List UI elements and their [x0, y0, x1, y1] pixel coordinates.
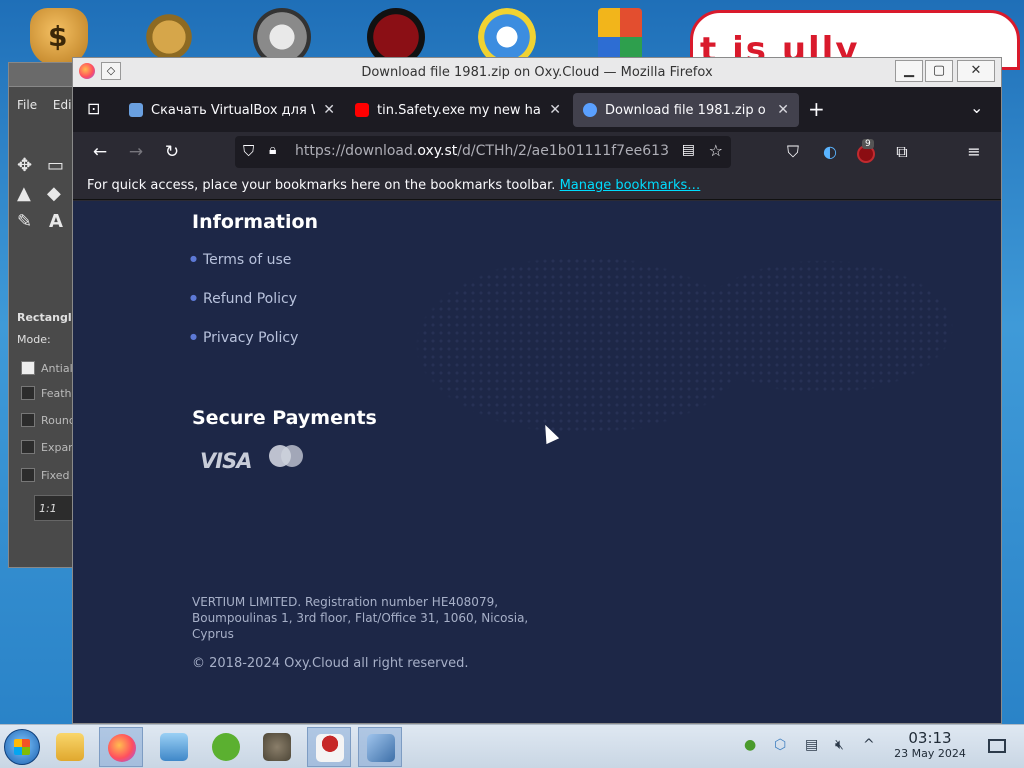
- pin-icon[interactable]: ◇: [101, 62, 121, 80]
- url-text[interactable]: https://download.oxy.st/d/CTHh/2/ae1b011…: [295, 143, 675, 159]
- refund-link[interactable]: ● Refund Policy: [190, 291, 297, 307]
- legal-info: VERTIUM LIMITED. Registration number HE4…: [192, 595, 529, 641]
- maximize-button[interactable]: ▢: [925, 60, 953, 82]
- bookmarks-hint: For quick access, place your bookmarks h…: [87, 178, 556, 193]
- feather-checkbox[interactable]: [21, 386, 35, 400]
- tab-oxy-cloud[interactable]: Download file 1981.zip o ✕: [573, 93, 799, 127]
- rect-select-tool-icon[interactable]: ▭: [47, 155, 64, 176]
- list-all-tabs-chevron-icon[interactable]: ⌄: [970, 98, 983, 117]
- clock[interactable]: 03:13 23 May 2024: [888, 729, 972, 760]
- mode-label: Mode:: [17, 333, 51, 346]
- clipboard-tray-icon[interactable]: ▤: [805, 737, 823, 755]
- reader-view-icon[interactable]: ▤: [682, 142, 695, 158]
- taskbar: ● ⬡ ▤ 🔇︎ ^ 03:13 23 May 2024: [0, 724, 1024, 768]
- back-arrow-icon[interactable]: ←: [87, 139, 113, 165]
- start-button[interactable]: [4, 729, 40, 765]
- taskbar-firefox[interactable]: [99, 727, 143, 767]
- gimp-icon: [263, 733, 291, 761]
- taskbar-file-manager[interactable]: [48, 727, 92, 767]
- copyright: © 2018-2024 Oxy.Cloud all right reserved…: [192, 656, 469, 671]
- terms-link[interactable]: ● Terms of use: [190, 252, 291, 268]
- menu-hamburger-icon[interactable]: ≡: [961, 139, 987, 165]
- taskbar-utorrent[interactable]: [204, 727, 248, 767]
- firefox-icon: [79, 63, 95, 79]
- bucket-tool-icon[interactable]: ◆: [47, 183, 61, 204]
- show-desktop-icon[interactable]: [988, 739, 1006, 753]
- tab-bar: ⊡ Скачать VirtualBox для W ✕ tin.Safety.…: [73, 87, 1001, 132]
- forward-arrow-icon[interactable]: →: [123, 139, 149, 165]
- reload-icon[interactable]: ↻: [159, 139, 185, 165]
- gimp-titlebar[interactable]: [9, 63, 77, 87]
- tab-youtube[interactable]: tin.Safety.exe my new ha ✕: [345, 93, 571, 127]
- youtube-favicon-icon: [355, 103, 369, 117]
- monitor-icon: [160, 733, 188, 761]
- taskbar-gimp[interactable]: [255, 727, 299, 767]
- window-title: Download file 1981.zip on Oxy.Cloud — Mo…: [361, 65, 713, 80]
- page-content: Information ● Terms of use ● Refund Policy…: [73, 201, 1001, 723]
- option-label: Fixed: [41, 469, 70, 482]
- close-button[interactable]: ✕: [957, 60, 995, 82]
- payments-heading: Secure Payments: [192, 407, 377, 429]
- clock-date: 23 May 2024: [894, 747, 966, 760]
- text-tool-icon[interactable]: A: [49, 211, 63, 232]
- virtualbox-favicon-icon: [129, 103, 143, 117]
- gimp-menu-edit[interactable]: Edi: [53, 98, 72, 112]
- new-tab-plus-icon[interactable]: +: [808, 97, 825, 121]
- tab-virtualbox[interactable]: Скачать VirtualBox для W ✕: [119, 93, 345, 127]
- world-map-background: [373, 201, 973, 561]
- bookmark-star-icon[interactable]: ☆: [709, 141, 723, 160]
- information-heading: Information: [192, 211, 319, 233]
- tray-expand-chevron-icon[interactable]: ^: [863, 737, 881, 755]
- mastercard-logo-icon: [269, 445, 305, 467]
- manage-bookmarks-link[interactable]: Manage bookmarks…: [560, 178, 701, 193]
- gimp-menu-file[interactable]: File: [17, 98, 37, 112]
- option-label: Antial: [41, 362, 73, 375]
- close-tab-icon[interactable]: ✕: [323, 102, 335, 118]
- bookmarks-toolbar: For quick access, place your bookmarks h…: [73, 172, 1001, 200]
- url-bar[interactable]: ⛉ 🔒︎ https://download.oxy.st/d/CTHh/2/ae…: [235, 136, 731, 168]
- taskbar-remote-desktop[interactable]: [152, 727, 196, 767]
- network-tray-icon[interactable]: ⬡: [774, 737, 792, 755]
- window-titlebar[interactable]: ◇ Download file 1981.zip on Oxy.Cloud — …: [73, 58, 1001, 87]
- minimize-button[interactable]: ▁: [895, 60, 923, 82]
- clock-time: 03:13: [908, 729, 952, 747]
- option-label: Feath: [41, 387, 72, 400]
- firefox-view-icon[interactable]: ⊡: [87, 99, 100, 118]
- extensions-puzzle-icon[interactable]: ⧉: [889, 139, 915, 165]
- tab-title: tin.Safety.exe my new ha: [377, 102, 541, 118]
- firefox-icon: [108, 734, 136, 762]
- path-tool-icon[interactable]: ✎: [17, 211, 32, 232]
- folder-icon: [56, 733, 84, 761]
- antialias-checkbox[interactable]: [21, 361, 35, 375]
- gimp-window[interactable]: File Edi ✥ ▭ ▲ ◆ ✎ A Rectangle Mode: Ant…: [8, 62, 82, 568]
- eraser-tool-icon[interactable]: ▲: [17, 183, 31, 204]
- tool-options-title: Rectangle: [17, 311, 80, 324]
- fixed-checkbox[interactable]: [21, 468, 35, 482]
- round-checkbox[interactable]: [21, 413, 35, 427]
- utorrent-tray-icon[interactable]: ●: [744, 737, 762, 755]
- ublock-badge: 9: [862, 139, 874, 149]
- pocket-icon[interactable]: ⛉: [780, 139, 806, 165]
- lock-icon[interactable]: 🔒︎: [269, 142, 276, 158]
- privacy-link[interactable]: ● Privacy Policy: [190, 330, 298, 346]
- tracking-shield-icon[interactable]: ⛉: [243, 142, 259, 160]
- option-label: Round: [41, 414, 76, 427]
- tab-title: Скачать VirtualBox для W: [151, 102, 316, 118]
- option-label: Expan: [41, 441, 76, 454]
- move-tool-icon[interactable]: ✥: [17, 155, 32, 176]
- tab-title: Download file 1981.zip o: [605, 102, 766, 118]
- close-tab-icon[interactable]: ✕: [777, 102, 789, 118]
- close-tab-icon[interactable]: ✕: [549, 102, 561, 118]
- vpn-icon[interactable]: ◐: [817, 139, 843, 165]
- gimp-menubar: File Edi: [17, 98, 71, 112]
- utorrent-icon: [212, 733, 240, 761]
- oxy-favicon-icon: [583, 103, 597, 117]
- wine-glass-icon: [316, 734, 344, 762]
- expand-checkbox[interactable]: [21, 440, 35, 454]
- taskbar-virtualbox[interactable]: [358, 727, 402, 767]
- visa-logo: VISA: [200, 449, 252, 473]
- virtualbox-icon: [367, 734, 395, 762]
- volume-muted-icon[interactable]: 🔇︎: [835, 737, 853, 755]
- taskbar-wine[interactable]: [307, 727, 351, 767]
